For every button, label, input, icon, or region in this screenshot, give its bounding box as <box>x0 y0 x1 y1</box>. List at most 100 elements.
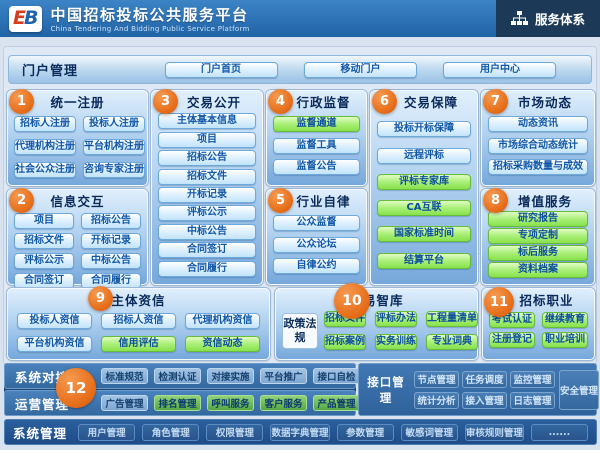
btn-monitoring-management[interactable]: 监控管理 <box>510 371 555 388</box>
btn-supervision-notice[interactable]: 监督公告 <box>273 159 360 175</box>
btn-platform-org-register[interactable]: 平台机构注册 <box>83 139 145 155</box>
btn-national-standard-time[interactable]: 国家标准时间 <box>377 226 471 242</box>
btn-bidder-register[interactable]: 投标人注册 <box>83 116 145 132</box>
interface-management-label: 接口管理 <box>362 374 410 406</box>
btn-contract-signing[interactable]: 合同签订 <box>158 242 256 258</box>
panel-bidding-profession: 11 招标职业 考试认证 继续教育 注册登记 职业培训 <box>482 288 595 360</box>
btn-vocational-training[interactable]: 职业培训 <box>542 332 588 348</box>
btn-node-management[interactable]: 节点管理 <box>414 371 459 388</box>
btn-project[interactable]: 项目 <box>14 213 74 229</box>
btn-tender-announcement[interactable]: 招标公告 <box>81 213 141 229</box>
btn-statistics-analysis[interactable]: 统计分析 <box>414 392 459 409</box>
btn-remote-evaluation[interactable]: 远程评标 <box>377 148 471 164</box>
btn-bid-opening-record[interactable]: 开标记录 <box>158 187 256 203</box>
btn-user-center[interactable]: 用户中心 <box>443 62 556 78</box>
btn-access-management[interactable]: 接入管理 <box>462 392 507 409</box>
btn-tender-documents[interactable]: 招标文件 <box>158 169 256 185</box>
btn-supervision-tools[interactable]: 监督工具 <box>273 138 360 154</box>
btn-settlement-platform[interactable]: 结算平台 <box>377 253 471 269</box>
panel-admin-supervision: 4 行政监督 监督通道 监督工具 监督公告 <box>266 90 367 186</box>
btn-tender-announcement[interactable]: 招标公告 <box>158 150 256 166</box>
btn-news[interactable]: 动态资讯 <box>488 116 588 132</box>
btn-role-management[interactable]: 角色管理 <box>142 424 199 441</box>
btn-tender-cases[interactable]: 招标案例 <box>324 334 366 350</box>
btn-expert-register[interactable]: 咨询专家注册 <box>83 162 145 178</box>
btn-public-register[interactable]: 社会公众注册 <box>14 162 76 178</box>
btn-contract-signing[interactable]: 合同签订 <box>14 273 74 289</box>
panel-8-list: 研究报告 专项定制 标后服务 资料档案 <box>488 210 588 279</box>
btn-market-statistics[interactable]: 市场综合动态统计 <box>488 138 588 154</box>
btn-award-announcement[interactable]: 中标公告 <box>81 253 141 269</box>
btn-bill-of-quantities[interactable]: 工程量清单 <box>426 311 478 327</box>
btn-bid-opening-record[interactable]: 开标记录 <box>81 233 141 249</box>
btn-parameter-management[interactable]: 参数管理 <box>337 424 394 441</box>
btn-log-management[interactable]: 日志管理 <box>510 392 555 409</box>
btn-public-forum[interactable]: 公众论坛 <box>273 237 360 253</box>
service-system-button[interactable]: 服务体系 <box>496 0 600 37</box>
btn-ranking-management[interactable]: 排名管理 <box>154 395 201 411</box>
btn-post-bid-service[interactable]: 标后服务 <box>488 245 588 261</box>
operations-management-buttons: 广告管理 排名管理 呼叫服务 客户服务 产品管理 <box>101 395 360 411</box>
btn-award-announcement[interactable]: 中标公告 <box>158 224 256 240</box>
btn-tender-documents[interactable]: 招标文件 <box>14 233 74 249</box>
btn-data-dictionary-management[interactable]: 数据字典管理 <box>270 424 329 441</box>
btn-agency-credit[interactable]: 代理机构资信 <box>185 313 260 329</box>
btn-practical-training[interactable]: 实务训练 <box>375 334 417 350</box>
btn-portal-home[interactable]: 门户首页 <box>165 62 278 78</box>
btn-bidder-credit[interactable]: 投标人资信 <box>17 313 92 329</box>
btn-platform-org-credit[interactable]: 平台机构资信 <box>17 336 92 352</box>
btn-integration-implementation[interactable]: 对接实施 <box>207 368 254 384</box>
btn-supervision-channel[interactable]: 监督通道 <box>273 116 360 132</box>
btn-permission-management[interactable]: 权限管理 <box>206 424 263 441</box>
btn-custom-service[interactable]: 专项定制 <box>488 228 588 244</box>
btn-contract-performance[interactable]: 合同履行 <box>158 261 256 277</box>
btn-call-service[interactable]: 呼叫服务 <box>207 395 254 411</box>
btn-registration[interactable]: 注册登记 <box>489 332 535 348</box>
btn-testing-certification[interactable]: 检测认证 <box>154 368 201 384</box>
btn-professional-dictionary[interactable]: 专业词典 <box>426 334 478 350</box>
system-management-label: 系统管理 <box>13 423 67 442</box>
btn-product-management[interactable]: 产品管理 <box>313 395 360 411</box>
btn-credit-evaluation[interactable]: 信用评估 <box>101 336 176 352</box>
btn-customer-service[interactable]: 客户服务 <box>260 395 307 411</box>
btn-archives[interactable]: 资料档案 <box>488 262 588 278</box>
policy-regulations-box[interactable]: 政策法规 <box>282 313 318 349</box>
btn-security-management[interactable]: 安全管理 <box>559 370 599 410</box>
btn-project[interactable]: 项目 <box>158 132 256 148</box>
btn-standard-spec[interactable]: 标准规范 <box>101 368 148 384</box>
btn-tenderer-credit[interactable]: 招标人资信 <box>101 313 176 329</box>
btn-audit-rule-management[interactable]: 审核规则管理 <box>465 424 524 441</box>
btn-procurement-quantity-effect[interactable]: 招标采购数量与成效 <box>488 159 588 175</box>
btn-platform-promotion[interactable]: 平台推广 <box>260 368 307 384</box>
panel-4-list: 监督通道 监督工具 监督公告 <box>273 111 360 180</box>
btn-user-management[interactable]: 用户管理 <box>78 424 135 441</box>
panel-3-list: 主体基本信息 项目 招标公告 招标文件 开标记录 评标公示 中标公告 合同签订 … <box>158 111 256 279</box>
btn-credit-trends[interactable]: 资信动态 <box>185 336 260 352</box>
btn-sensitive-word-management[interactable]: 敏感词管理 <box>401 424 458 441</box>
btn-continuing-education[interactable]: 继续教育 <box>542 312 588 328</box>
btn-self-discipline-convention[interactable]: 自律公约 <box>273 258 360 274</box>
group-12-badge: 12 <box>56 368 96 408</box>
btn-bid-opening-guarantee[interactable]: 投标开标保障 <box>377 121 471 137</box>
btn-research-report[interactable]: 研究报告 <box>488 211 588 227</box>
panel-2-badge: 2 <box>9 188 34 213</box>
panel-7-badge: 7 <box>483 89 508 114</box>
btn-ca-interconnect[interactable]: CA互联 <box>377 200 471 216</box>
btn-contract-performance[interactable]: 合同履行 <box>81 273 141 289</box>
app-titles: 中国招标投标公共服务平台 China Tendering And Bidding… <box>50 4 249 33</box>
btn-evaluation-publicity[interactable]: 评标公示 <box>158 205 256 221</box>
btn-task-scheduling[interactable]: 任务调度 <box>462 371 507 388</box>
btn-agency-register[interactable]: 代理机构注册 <box>14 139 76 155</box>
btn-ad-management[interactable]: 广告管理 <box>101 395 148 411</box>
btn-more[interactable]: ...... <box>531 424 588 441</box>
btn-tenderer-register[interactable]: 招标人注册 <box>14 116 76 132</box>
panel-9-grid: 投标人资信 招标人资信 代理机构资信 平台机构资信 信用评估 资信动态 <box>14 313 263 352</box>
btn-evaluation-publicity[interactable]: 评标公示 <box>14 253 74 269</box>
btn-evaluation-methods[interactable]: 评标办法 <box>375 311 417 327</box>
portal-buttons: 门户首页 移动门户 用户中心 <box>138 62 583 78</box>
btn-expert-database[interactable]: 评标专家库 <box>377 174 471 190</box>
btn-subject-basic-info[interactable]: 主体基本信息 <box>158 113 256 129</box>
btn-mobile-portal[interactable]: 移动门户 <box>304 62 417 78</box>
btn-interface-self-check[interactable]: 接口自检 <box>313 368 360 384</box>
btn-public-supervision[interactable]: 公众监督 <box>273 215 360 231</box>
